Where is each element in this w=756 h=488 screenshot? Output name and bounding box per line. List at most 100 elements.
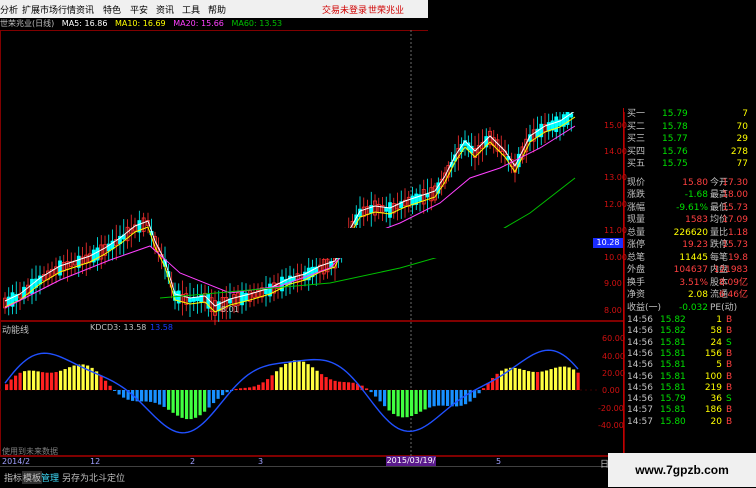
tick-price: 15.82	[660, 326, 686, 337]
tick-time: 14:57	[627, 416, 653, 427]
stat-label: 收益(一)	[627, 302, 662, 313]
tick-side: B	[726, 416, 733, 427]
indicator-bar	[441, 390, 445, 406]
menu-item-extended-market[interactable]: 扩展市场行情	[22, 3, 76, 16]
time-axis-label: 12	[90, 457, 101, 466]
indicator-bar	[41, 372, 45, 390]
indicator-name[interactable]: 动能线	[2, 323, 29, 336]
tick-price: 15.81	[660, 405, 686, 416]
indicator-bar	[140, 390, 144, 402]
tick-time: 14:57	[627, 405, 653, 416]
indicator-bar	[297, 360, 301, 390]
menu-item-help[interactable]: 帮助	[208, 3, 226, 16]
indicator-bar	[243, 387, 247, 390]
candle-body	[546, 122, 551, 132]
indicator-bar	[531, 371, 535, 390]
indicator-bar	[410, 390, 414, 416]
tick-time: 14:56	[627, 326, 653, 337]
indicator-bar	[549, 369, 553, 390]
stat-value: -1.68	[684, 190, 708, 200]
tab-template[interactable]: 模板	[22, 471, 43, 484]
stat-value: 1.18	[727, 227, 748, 238]
menu-item-tools[interactable]: 工具	[182, 3, 200, 16]
indicator-bar	[540, 371, 544, 390]
indicator-bar	[576, 372, 580, 390]
indicator-bar	[558, 366, 562, 390]
indicator-value-label: KDCD3: 13.58	[90, 323, 147, 332]
stat-value: 104637	[673, 265, 708, 275]
indicator-axis-label: -20.00	[598, 404, 624, 413]
order-price: 15.79	[662, 109, 688, 119]
stat-value: 19.8	[727, 252, 748, 263]
tab-beidou[interactable]: 北斗定位	[89, 471, 125, 484]
stat-value: 121983	[713, 265, 748, 275]
stat-value: 3.51%	[679, 277, 708, 288]
tick-side: B	[726, 348, 733, 359]
menu-item-features[interactable]: 特色	[103, 3, 121, 16]
indicator-bar	[225, 390, 229, 393]
tick-time: 14:56	[627, 382, 653, 393]
stat-value: 6.46亿	[718, 290, 748, 300]
quote-stat-row: 外盘 104637 内盘 121983	[626, 264, 750, 276]
order-label: 买一	[627, 109, 646, 119]
order-price: 15.78	[662, 121, 688, 132]
indicator-bar	[261, 382, 265, 390]
indicator-bar	[68, 367, 72, 390]
indicator-bar	[419, 390, 423, 412]
order-volume: 29	[736, 134, 748, 144]
candle-body	[191, 297, 196, 302]
indicator-bar	[392, 390, 396, 414]
menu-item-pingan[interactable]: 平安	[130, 3, 148, 16]
ma60-label: MA60: 13.53	[231, 19, 283, 28]
indicator-bar	[5, 384, 9, 390]
stat-value: 1583	[685, 215, 708, 225]
indicator-bar	[36, 371, 40, 390]
tab-save-as[interactable]: 另存为	[62, 471, 89, 484]
indicator-bar	[176, 390, 180, 416]
indicator-bar	[401, 390, 405, 418]
indicator-bar	[396, 390, 400, 417]
tick-price: 15.80	[660, 416, 686, 427]
tick-side: B	[726, 360, 733, 371]
stat-label: PE(动)	[710, 302, 738, 313]
tick-side: S	[726, 394, 732, 405]
indicator-bar	[338, 381, 342, 390]
indicator-bar	[23, 371, 27, 390]
stat-label: 总笔	[627, 252, 646, 263]
tick-volume: 186	[704, 405, 722, 416]
indicator-bar	[149, 390, 153, 402]
quote-stat-row: 换手 3.51% 股本 8.09亿	[626, 277, 750, 289]
indicator-bar	[234, 388, 238, 390]
order-volume: 7	[742, 109, 748, 119]
candle-body	[554, 116, 559, 133]
low-price-marker: 8.01	[221, 305, 239, 314]
indicator-bar	[198, 390, 202, 416]
menu-item-analysis[interactable]: 分析	[0, 3, 18, 16]
trade-login-status[interactable]: 交易未登录	[322, 3, 367, 16]
candle-body	[425, 193, 430, 198]
indicator-bar	[423, 390, 427, 410]
quote-stat-row: 净资 2.08 流通 6.46亿	[626, 289, 750, 301]
tick-row: 14:56 15.79 36 S	[626, 394, 750, 405]
quote-stat-row: 总笔 11445 每笔 19.8	[626, 252, 750, 264]
quote-stat-row: 现量 1583 均价 17.09	[626, 214, 750, 226]
tab-indicator[interactable]: 指标	[4, 471, 22, 484]
indicator-bar	[72, 365, 76, 390]
tick-row: 14:56 15.81 219 B	[626, 383, 750, 394]
indicator-bar	[194, 390, 198, 418]
quote-stat-row: 现价 15.80 今开 17.30	[626, 177, 750, 189]
indicator-bar	[500, 370, 504, 390]
current-price-badge: 10.28	[593, 238, 623, 248]
indicator-bar	[104, 380, 108, 390]
order-volume: 70	[736, 121, 748, 132]
quote-stat-row: 涨跌 -1.68 最高 18.00	[626, 189, 750, 201]
tick-price: 15.81	[660, 348, 686, 359]
indicator-axis-label: 60.00	[602, 334, 625, 343]
menu-item-news[interactable]: 资讯	[156, 3, 174, 16]
tab-manage[interactable]: 管理	[41, 471, 59, 484]
order-label: 买三	[627, 134, 646, 144]
indicator-bar	[405, 390, 409, 418]
tick-side: B	[726, 326, 733, 337]
menu-item-info[interactable]: 资讯	[76, 3, 94, 16]
candle-body	[388, 202, 392, 218]
